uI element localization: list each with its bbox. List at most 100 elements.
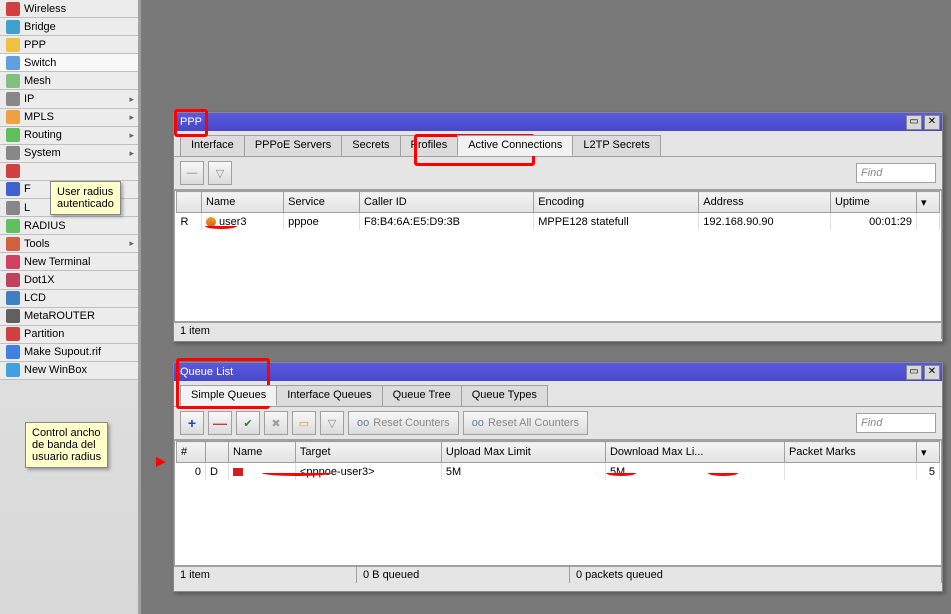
sidebar-item-new-terminal[interactable]: New Terminal <box>0 253 138 271</box>
queue-titlebar[interactable]: Queue List ▭ ✕ <box>174 363 942 381</box>
table-row[interactable]: Ruser3pppoeF8:B4:6A:E5:D9:3BMPPE128 stat… <box>177 213 940 231</box>
ppp-grid[interactable]: NameServiceCaller IDEncodingAddressUptim… <box>174 190 942 322</box>
reset-all-counters-button[interactable]: ooReset All Counters <box>463 411 588 435</box>
cell-name: user3 <box>202 213 284 231</box>
sidebar-item-label: L <box>24 202 30 214</box>
column-upload-max-limit[interactable]: Upload Max Limit <box>441 442 605 463</box>
close-button[interactable]: ✕ <box>924 115 940 130</box>
sidebar-item-label: RADIUS <box>24 220 66 232</box>
tab-interface[interactable]: Interface <box>180 135 245 156</box>
find-input[interactable]: Find <box>856 163 936 183</box>
expand-icon: ▸ <box>129 130 134 141</box>
find-input[interactable]: Find <box>856 413 936 433</box>
window-controls: ▭ ✕ <box>906 115 942 130</box>
sidebar-item-label: Bridge <box>24 21 56 33</box>
sidebar-item-system[interactable]: System▸ <box>0 145 138 163</box>
sidebar-item-label: Wireless <box>24 3 66 15</box>
sidebar: WirelessBridgePPPSwitchMeshIP▸MPLS▸Routi… <box>0 0 141 614</box>
tab-secrets[interactable]: Secrets <box>341 135 400 156</box>
sidebar-item-routing[interactable]: Routing ▸ <box>0 127 138 145</box>
sidebar-item-label: MetaROUTER <box>24 310 95 322</box>
close-button[interactable]: ✕ <box>924 365 940 380</box>
sidebar-item-label: System <box>24 147 61 159</box>
sidebar-item-ip[interactable]: IP▸ <box>0 90 138 108</box>
sidebar-item-bridge[interactable]: Bridge <box>0 18 138 36</box>
filter-button[interactable]: ▽ <box>320 411 344 435</box>
column-encoding[interactable]: Encoding <box>534 192 699 213</box>
remove-button[interactable]: — <box>208 411 232 435</box>
ppp-window: PPP ▭ ✕ InterfacePPPoE ServersSecretsPro… <box>173 112 943 342</box>
tab-queue-tree[interactable]: Queue Tree <box>382 385 462 406</box>
menu-icon <box>6 74 20 88</box>
column-service[interactable]: Service <box>284 192 360 213</box>
sidebar-item-label: PPP <box>24 39 46 51</box>
tab-interface-queues[interactable]: Interface Queues <box>276 385 382 406</box>
sidebar-item-tools[interactable]: Tools▸ <box>0 235 138 253</box>
sidebar-item-dot1x[interactable]: Dot1X <box>0 271 138 289</box>
sidebar-item-label: New WinBox <box>24 364 87 376</box>
tab-profiles[interactable]: Profiles <box>400 135 459 156</box>
tab-pppoe-servers[interactable]: PPPoE Servers <box>244 135 342 156</box>
sidebar-item-partition[interactable]: Partition <box>0 326 138 344</box>
tab-queue-types[interactable]: Queue Types <box>461 385 548 406</box>
menu-icon <box>6 327 20 341</box>
sidebar-item-ppp[interactable]: PPP <box>0 36 138 54</box>
cell-name <box>229 463 296 481</box>
sidebar-item-make-supout.rif[interactable]: Make Supout.rif <box>0 344 138 362</box>
queue-title: Queue List <box>180 366 233 378</box>
sidebar-item-new-winbox[interactable]: New WinBox <box>0 362 138 380</box>
menu-icon <box>6 128 20 142</box>
sidebar-item-label: IP <box>24 93 34 105</box>
tab-active-connections[interactable]: Active Connections <box>457 135 573 156</box>
enable-button[interactable]: ✔ <box>236 411 260 435</box>
expand-icon: ▸ <box>129 112 134 123</box>
sidebar-item-lcd[interactable]: LCD <box>0 290 138 308</box>
sidebar-item-metarouter[interactable]: MetaROUTER <box>0 308 138 326</box>
column-uptime[interactable]: Uptime <box>830 192 916 213</box>
ppp-titlebar[interactable]: PPP ▭ ✕ <box>174 113 942 131</box>
sidebar-item-label: Routing <box>24 129 62 141</box>
menu-icon <box>6 201 20 215</box>
column-name[interactable]: Name <box>229 442 296 463</box>
queue-grid[interactable]: # NameTargetUpload Max LimitDownload Max … <box>174 440 942 566</box>
comment-button[interactable]: ▭ <box>292 411 316 435</box>
sidebar-item-label: Mesh <box>24 75 51 87</box>
queue-window: Queue List ▭ ✕ Simple QueuesInterface Qu… <box>173 362 943 592</box>
remove-button[interactable]: — <box>180 161 204 185</box>
sidebar-item-wireless[interactable]: Wireless <box>0 0 138 18</box>
column-menu[interactable]: ▾ <box>917 442 940 463</box>
column--[interactable]: # <box>177 442 206 463</box>
disable-button[interactable]: ✖ <box>264 411 288 435</box>
column-menu[interactable]: ▾ <box>917 192 940 213</box>
tab-l2tp-secrets[interactable]: L2TP Secrets <box>572 135 660 156</box>
sidebar-item-mpls[interactable]: MPLS ▸ <box>0 109 138 127</box>
column-address[interactable]: Address <box>699 192 831 213</box>
table-row[interactable]: 0D<pppoe-user3>5M5M5 <box>177 463 940 481</box>
column-flag[interactable] <box>206 442 229 463</box>
menu-icon <box>6 237 20 251</box>
filter-button[interactable]: ▽ <box>208 161 232 185</box>
sidebar-item-item9[interactable] <box>0 163 138 181</box>
sidebar-item-mesh[interactable]: Mesh <box>0 72 138 90</box>
menu-icon <box>6 146 20 160</box>
add-button[interactable]: + <box>180 411 204 435</box>
minimize-button[interactable]: ▭ <box>906 115 922 130</box>
menu-icon <box>6 56 20 70</box>
sidebar-item-radius[interactable]: RADIUS <box>0 217 138 235</box>
sidebar-item-label: Switch <box>24 57 56 69</box>
ppp-status-items: 1 item <box>180 325 210 337</box>
column-download-max-li-[interactable]: Download Max Li... <box>605 442 784 463</box>
column-caller-id[interactable]: Caller ID <box>359 192 533 213</box>
sidebar-item-switch[interactable]: Switch <box>0 54 138 72</box>
sidebar-item-label: MPLS <box>24 111 54 123</box>
tab-simple-queues[interactable]: Simple Queues <box>180 385 277 406</box>
arrow-queue-row <box>156 457 166 467</box>
ppp-tabs: InterfacePPPoE ServersSecretsProfilesAct… <box>174 131 942 156</box>
column-flag[interactable] <box>177 192 202 213</box>
minimize-button[interactable]: ▭ <box>906 365 922 380</box>
reset-counters-button[interactable]: ooReset Counters <box>348 411 459 435</box>
column-packet-marks[interactable]: Packet Marks <box>784 442 916 463</box>
column-name[interactable]: Name <box>202 192 284 213</box>
column-target[interactable]: Target <box>295 442 441 463</box>
cell-uptime: 00:01:29 <box>830 213 916 231</box>
